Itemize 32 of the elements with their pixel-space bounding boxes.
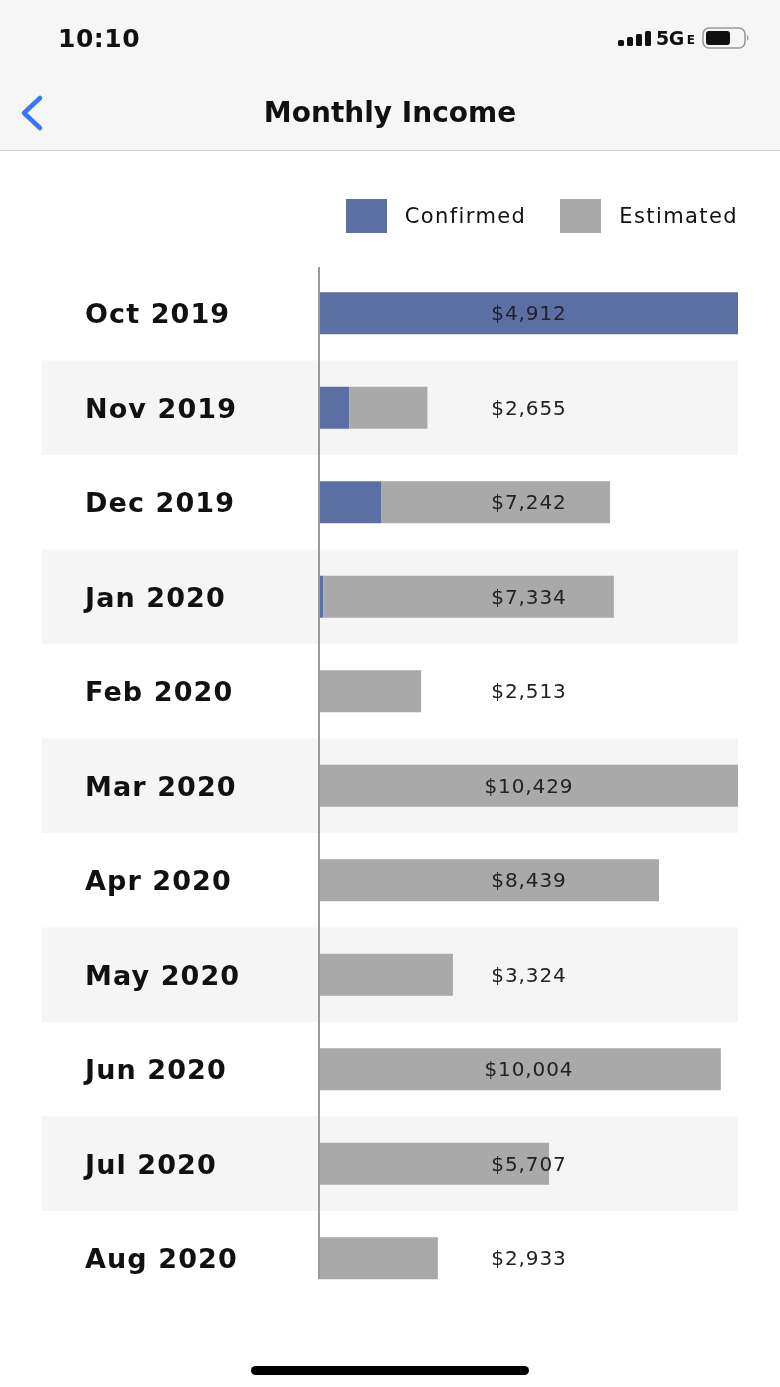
month-label: Dec 2019 (85, 487, 236, 519)
amount-label: $8,439 (491, 868, 567, 893)
month-label: Jul 2020 (85, 1148, 217, 1180)
network-label: 5G (655, 27, 684, 49)
legend-label: Estimated (619, 204, 738, 228)
amount-label: $10,429 (484, 773, 574, 798)
battery-icon (702, 27, 750, 49)
amount-label: $10,004 (484, 1057, 574, 1082)
amount-label: $3,324 (491, 962, 567, 987)
amount-label: $2,933 (491, 1246, 567, 1271)
amount-label: $7,334 (491, 584, 567, 609)
month-label: Jan 2020 (85, 581, 226, 613)
page-title: Monthly Income (263, 95, 517, 129)
confirmed-bar (320, 386, 350, 429)
month-label: Mar 2020 (85, 770, 237, 802)
amount-label: $2,655 (491, 395, 567, 420)
signal-icon (617, 30, 651, 46)
month-label: Apr 2020 (85, 865, 232, 897)
month-label: Oct 2019 (85, 298, 231, 330)
legend-label: Confirmed (404, 204, 527, 228)
month-label: Nov 2019 (85, 392, 238, 424)
amount-label: $4,912 (491, 301, 567, 326)
month-label: Jun 2020 (85, 1054, 227, 1086)
month-label: Aug 2020 (85, 1243, 238, 1275)
confirmed-bar (320, 575, 324, 618)
status-time: 10:10 (58, 23, 141, 53)
month-label: May 2020 (85, 959, 241, 991)
amount-label: $2,513 (491, 679, 567, 704)
month-label: Feb 2020 (85, 676, 234, 708)
confirmed-bar (320, 481, 382, 524)
network-suffix-label: E (686, 32, 695, 47)
amount-label: $7,242 (491, 490, 567, 515)
